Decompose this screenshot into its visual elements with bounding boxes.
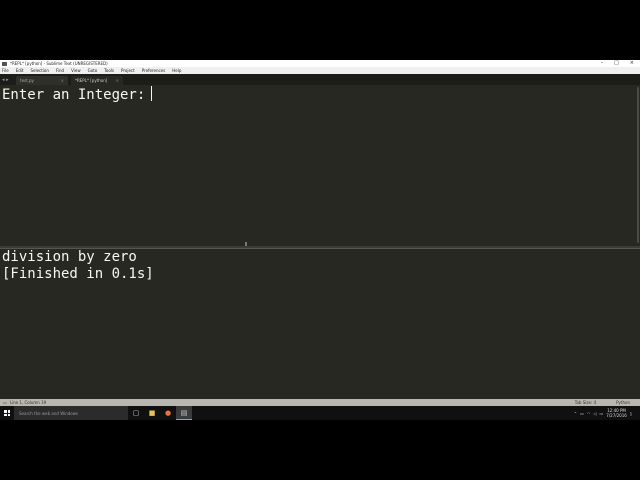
volume-icon[interactable]: ◁: [593, 411, 596, 416]
keyboard-icon[interactable]: ▭: [600, 411, 604, 416]
menu-goto[interactable]: Goto: [88, 68, 98, 73]
close-button[interactable]: ×: [630, 60, 634, 67]
tab-label: *REPL* [python]: [75, 78, 108, 83]
menu-selection[interactable]: Selection: [30, 68, 48, 73]
output-line-error: division by zero: [2, 249, 137, 265]
tab-repl-python[interactable]: *REPL* [python] ×: [71, 76, 123, 85]
cursor-position: Line 1, Column 19: [9, 400, 47, 405]
status-bar: ▭ Line 1, Column 19 Tab Size: 4 Python: [0, 399, 640, 406]
menu-tools[interactable]: Tools: [104, 68, 114, 73]
repl-prompt: Enter an Integer:: [2, 87, 146, 103]
tab-close-icon[interactable]: ×: [116, 78, 119, 83]
window-controls: – □ ×: [601, 60, 640, 67]
file-explorer-icon[interactable]: ■: [144, 406, 160, 420]
editor-pane[interactable]: Enter an Integer:: [0, 85, 636, 246]
firefox-icon[interactable]: ●: [160, 406, 176, 420]
network-icon[interactable]: ▭: [580, 411, 584, 416]
menu-file[interactable]: File: [2, 68, 9, 73]
tab-test-py[interactable]: test.py ×: [16, 76, 68, 85]
clock[interactable]: 12:40 PM 7/27/2016: [606, 408, 627, 418]
menu-bar: File Edit Selection Find View Goto Tools…: [0, 67, 640, 74]
output-line-finished: [Finished in 0.1s]: [2, 266, 154, 282]
tab-size-selector[interactable]: Tab Size: 4: [575, 400, 596, 405]
wifi-icon[interactable]: ◠: [587, 411, 591, 416]
tab-close-icon[interactable]: ×: [61, 78, 64, 83]
menu-help[interactable]: Help: [172, 68, 181, 73]
tab-bar: ◂ ▸ test.py × *REPL* [python] ×: [0, 74, 640, 85]
notifications-icon[interactable]: ▯: [630, 411, 632, 416]
build-output-panel: division by zero [Finished in 0.1s]: [0, 249, 640, 399]
system-tray: ⌃ ▭ ◠ ◁ ▭ 12:40 PM 7/27/2016 ▯: [574, 408, 640, 418]
syntax-selector[interactable]: Python: [616, 400, 630, 405]
menu-view[interactable]: View: [71, 68, 81, 73]
text-cursor: [151, 86, 153, 101]
maximize-button[interactable]: □: [614, 60, 619, 67]
editor-scrollbar[interactable]: [637, 87, 639, 243]
start-button[interactable]: [0, 406, 14, 420]
panel-switcher-icon[interactable]: ▭: [3, 400, 7, 405]
tab-nav-arrows-icon[interactable]: ◂ ▸: [0, 76, 16, 85]
task-view-icon[interactable]: ▢: [128, 406, 144, 420]
menu-find[interactable]: Find: [56, 68, 64, 73]
minimize-button[interactable]: –: [601, 60, 604, 67]
sublime-app-icon: [2, 61, 7, 66]
window-title: *REPL* [python] - Sublime Text (UNREGIST…: [10, 61, 108, 66]
tab-label: test.py: [20, 78, 34, 83]
windows-taskbar: Search the web and Windows ▢ ■ ● ▤ ⌃ ▭ ◠…: [0, 406, 640, 420]
taskbar-search-input[interactable]: Search the web and Windows: [14, 406, 128, 420]
title-bar: *REPL* [python] - Sublime Text (UNREGIST…: [0, 60, 640, 67]
windows-logo-icon: [4, 410, 10, 416]
editor-line: Enter an Integer:: [2, 86, 153, 104]
menu-edit[interactable]: Edit: [16, 68, 24, 73]
sublime-window: *REPL* [python] - Sublime Text (UNREGIST…: [0, 60, 640, 420]
clock-date: 7/27/2016: [606, 413, 627, 418]
menu-preferences[interactable]: Preferences: [142, 68, 166, 73]
menu-project[interactable]: Project: [121, 68, 135, 73]
sublime-taskbar-icon[interactable]: ▤: [176, 406, 192, 420]
tray-chevron-icon[interactable]: ⌃: [574, 411, 577, 416]
